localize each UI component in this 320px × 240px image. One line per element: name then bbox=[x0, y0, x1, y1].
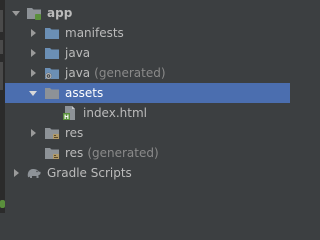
html-file-icon: H bbox=[62, 105, 78, 121]
generated-source-folder-icon bbox=[44, 65, 60, 81]
label-text: index.html bbox=[83, 106, 147, 120]
tree-item-java-generated[interactable]: java (generated) bbox=[5, 63, 290, 83]
collapse-arrow-icon[interactable] bbox=[28, 128, 38, 138]
svg-text:H: H bbox=[64, 114, 69, 121]
resource-folder-icon bbox=[44, 125, 60, 141]
label-text: java bbox=[65, 46, 91, 60]
label-text: res bbox=[65, 126, 84, 140]
generated-suffix: (generated) bbox=[87, 146, 159, 160]
label-text: java bbox=[65, 66, 91, 80]
label-text: assets bbox=[65, 86, 104, 100]
tree-item-index-html[interactable]: H index.html bbox=[5, 103, 290, 123]
expand-arrow-icon[interactable] bbox=[28, 88, 38, 98]
source-folder-icon bbox=[44, 45, 60, 61]
label-text: manifests bbox=[65, 26, 124, 40]
folder-icon bbox=[44, 85, 60, 101]
label-text: res bbox=[65, 146, 84, 160]
label-text: Gradle Scripts bbox=[47, 166, 132, 180]
tree-item-label: java bbox=[65, 46, 90, 60]
tree-item-res[interactable]: res bbox=[5, 123, 290, 143]
tree-item-gradle-scripts[interactable]: Gradle Scripts bbox=[5, 163, 290, 183]
tree-item-app[interactable]: app bbox=[5, 3, 290, 23]
expand-arrow-icon[interactable] bbox=[11, 8, 21, 18]
tree-item-manifests[interactable]: manifests bbox=[5, 23, 290, 43]
project-tree: app manifests java java (generated) asse… bbox=[0, 0, 290, 213]
label-text: app bbox=[47, 6, 73, 20]
tree-item-label: assets bbox=[65, 86, 103, 100]
collapse-arrow-icon[interactable] bbox=[28, 68, 38, 78]
tree-item-res-generated[interactable]: res (generated) bbox=[5, 143, 290, 163]
collapse-arrow-icon[interactable] bbox=[28, 28, 38, 38]
tree-item-label: app bbox=[47, 6, 72, 20]
folder-icon bbox=[44, 25, 60, 41]
tree-item-label: java (generated) bbox=[65, 66, 166, 80]
module-folder-icon bbox=[26, 5, 42, 21]
tree-item-label: res bbox=[65, 126, 83, 140]
tree-item-assets[interactable]: assets bbox=[5, 83, 290, 103]
tree-item-label: res (generated) bbox=[65, 146, 159, 160]
tree-item-java[interactable]: java bbox=[5, 43, 290, 63]
generated-resource-folder-icon bbox=[44, 145, 60, 161]
collapse-arrow-icon[interactable] bbox=[11, 168, 21, 178]
tree-item-label: Gradle Scripts bbox=[47, 166, 132, 180]
tree-item-label: manifests bbox=[65, 26, 124, 40]
gradle-elephant-icon bbox=[26, 165, 42, 181]
generated-suffix: (generated) bbox=[94, 66, 166, 80]
collapse-arrow-icon[interactable] bbox=[28, 48, 38, 58]
tree-item-label: index.html bbox=[83, 106, 147, 120]
